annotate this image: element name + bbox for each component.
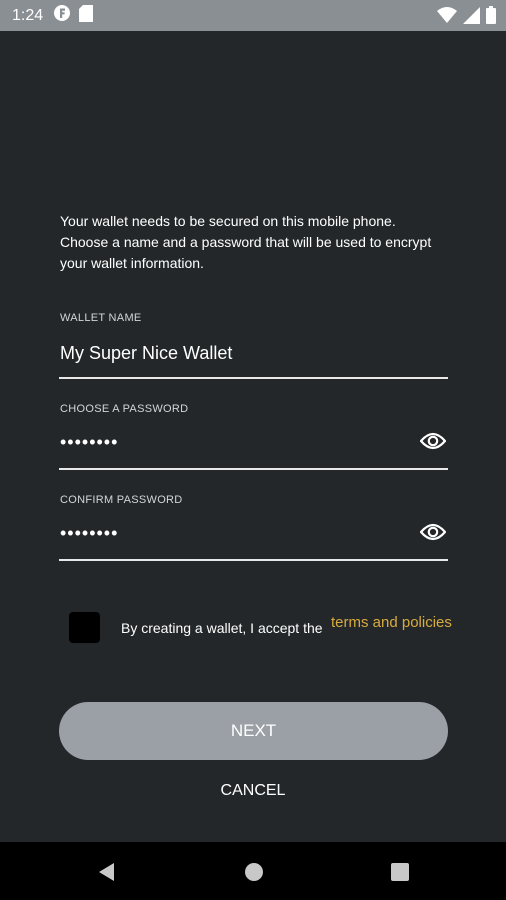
- password-underline: [59, 468, 448, 470]
- sd-card-icon: [79, 4, 94, 27]
- terms-link[interactable]: terms and policies: [331, 614, 452, 631]
- app-f-icon: [53, 4, 71, 27]
- confirm-password-underline: [59, 559, 448, 561]
- wallet-name-underline: [59, 377, 448, 379]
- wifi-icon: [437, 6, 457, 29]
- confirm-password-label: CONFIRM PASSWORD: [60, 494, 183, 506]
- status-bar: 1:24: [0, 0, 506, 31]
- confirm-password-visibility-eye-icon[interactable]: [419, 522, 447, 542]
- password-label: CHOOSE A PASSWORD: [60, 403, 189, 415]
- next-button[interactable]: NEXT: [59, 702, 448, 760]
- battery-icon: [486, 6, 496, 29]
- home-icon[interactable]: [240, 858, 268, 886]
- confirm-password-input[interactable]: ••••••••: [60, 523, 118, 544]
- navigation-bar: [0, 842, 506, 900]
- terms-text: By creating a wallet, I accept the: [121, 620, 323, 636]
- back-icon[interactable]: [94, 858, 122, 886]
- terms-checkbox[interactable]: [69, 612, 100, 643]
- intro-text: Your wallet needs to be secured on this …: [60, 213, 432, 271]
- status-time: 1:24: [12, 6, 44, 24]
- wallet-name-label: WALLET NAME: [60, 312, 142, 324]
- cancel-button[interactable]: CANCEL: [0, 782, 506, 800]
- password-visibility-eye-icon[interactable]: [419, 431, 447, 451]
- signal-icon: [463, 6, 480, 29]
- wallet-name-input[interactable]: My Super Nice Wallet: [60, 343, 232, 364]
- recents-icon[interactable]: [386, 858, 414, 886]
- password-input[interactable]: ••••••••: [60, 432, 118, 453]
